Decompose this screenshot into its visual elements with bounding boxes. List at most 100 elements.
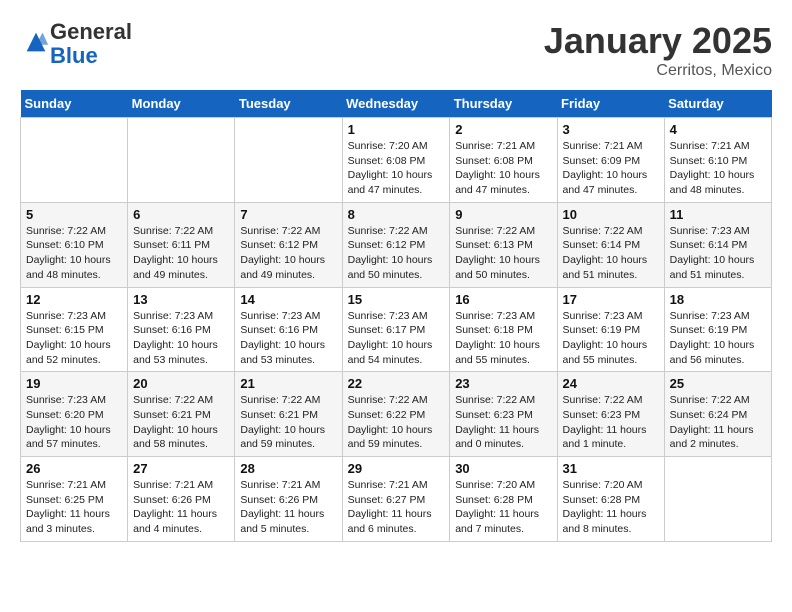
day-number: 25 bbox=[670, 376, 766, 391]
weekday-header: Friday bbox=[557, 90, 664, 118]
day-info: Sunrise: 7:23 AM Sunset: 6:17 PM Dayligh… bbox=[348, 309, 445, 368]
day-number: 24 bbox=[563, 376, 659, 391]
day-number: 14 bbox=[240, 292, 336, 307]
calendar-week-row: 12Sunrise: 7:23 AM Sunset: 6:15 PM Dayli… bbox=[21, 287, 772, 372]
calendar-table: SundayMondayTuesdayWednesdayThursdayFrid… bbox=[20, 90, 772, 542]
day-number: 8 bbox=[348, 207, 445, 222]
day-number: 1 bbox=[348, 122, 445, 137]
weekday-header: Monday bbox=[128, 90, 235, 118]
day-info: Sunrise: 7:21 AM Sunset: 6:25 PM Dayligh… bbox=[26, 478, 122, 537]
weekday-header: Saturday bbox=[664, 90, 771, 118]
weekday-header: Thursday bbox=[450, 90, 557, 118]
calendar-cell: 11Sunrise: 7:23 AM Sunset: 6:14 PM Dayli… bbox=[664, 202, 771, 287]
day-number: 13 bbox=[133, 292, 229, 307]
calendar-cell bbox=[664, 457, 771, 542]
day-number: 6 bbox=[133, 207, 229, 222]
day-number: 5 bbox=[26, 207, 122, 222]
day-number: 15 bbox=[348, 292, 445, 307]
calendar-week-row: 5 Sunrise: 7:22 AM Sunset: 6:10 PM Daylig… bbox=[21, 202, 772, 287]
calendar-cell: 24 Sunrise: 7:22 AM Sunset: 6:23 PM Dayli… bbox=[557, 372, 664, 457]
day-info: Sunrise: 7:23 AM Sunset: 6:18 PM Dayligh… bbox=[455, 309, 551, 368]
day-number: 4 bbox=[670, 122, 766, 137]
day-info: Sunrise: 7:23 AM Sunset: 6:19 PM Dayligh… bbox=[563, 309, 659, 368]
calendar-cell: 7 Sunrise: 7:22 AM Sunset: 6:12 PM Daylig… bbox=[235, 202, 342, 287]
calendar-cell: 8 Sunrise: 7:22 AM Sunset: 6:12 PM Daylig… bbox=[342, 202, 450, 287]
calendar-cell: 5 Sunrise: 7:22 AM Sunset: 6:10 PM Daylig… bbox=[21, 202, 128, 287]
calendar-week-row: 19 Sunrise: 7:23 AM Sunset: 6:20 PM Dayli… bbox=[21, 372, 772, 457]
day-number: 18 bbox=[670, 292, 766, 307]
day-info: Sunrise: 7:22 AM Sunset: 6:22 PM Dayligh… bbox=[348, 393, 445, 452]
page-header: General Blue January 2025 Cerritos, Mexi… bbox=[20, 20, 772, 80]
calendar-cell: 14 Sunrise: 7:23 AM Sunset: 6:16 PM Dayli… bbox=[235, 287, 342, 372]
day-number: 3 bbox=[563, 122, 659, 137]
logo-general-text: General bbox=[50, 19, 132, 44]
day-info: Sunrise: 7:21 AM Sunset: 6:10 PM Dayligh… bbox=[670, 139, 766, 198]
day-info: Sunrise: 7:22 AM Sunset: 6:12 PM Dayligh… bbox=[348, 224, 445, 283]
day-info: Sunrise: 7:22 AM Sunset: 6:21 PM Dayligh… bbox=[240, 393, 336, 452]
calendar-cell: 15 Sunrise: 7:23 AM Sunset: 6:17 PM Dayli… bbox=[342, 287, 450, 372]
calendar-cell: 20Sunrise: 7:22 AM Sunset: 6:21 PM Dayli… bbox=[128, 372, 235, 457]
weekday-header-row: SundayMondayTuesdayWednesdayThursdayFrid… bbox=[21, 90, 772, 118]
day-number: 29 bbox=[348, 461, 445, 476]
logo-icon bbox=[22, 28, 50, 56]
day-number: 31 bbox=[563, 461, 659, 476]
day-number: 27 bbox=[133, 461, 229, 476]
calendar-cell: 28Sunrise: 7:21 AM Sunset: 6:26 PM Dayli… bbox=[235, 457, 342, 542]
day-number: 20 bbox=[133, 376, 229, 391]
calendar-cell: 22 Sunrise: 7:22 AM Sunset: 6:22 PM Dayli… bbox=[342, 372, 450, 457]
calendar-cell: 25 Sunrise: 7:22 AM Sunset: 6:24 PM Dayli… bbox=[664, 372, 771, 457]
day-number: 22 bbox=[348, 376, 445, 391]
day-info: Sunrise: 7:23 AM Sunset: 6:16 PM Dayligh… bbox=[240, 309, 336, 368]
day-info: Sunrise: 7:20 AM Sunset: 6:28 PM Dayligh… bbox=[455, 478, 551, 537]
day-number: 10 bbox=[563, 207, 659, 222]
day-info: Sunrise: 7:22 AM Sunset: 6:11 PM Dayligh… bbox=[133, 224, 229, 283]
calendar-week-row: 26Sunrise: 7:21 AM Sunset: 6:25 PM Dayli… bbox=[21, 457, 772, 542]
calendar-cell: 23 Sunrise: 7:22 AM Sunset: 6:23 PM Dayli… bbox=[450, 372, 557, 457]
calendar-cell: 12Sunrise: 7:23 AM Sunset: 6:15 PM Dayli… bbox=[21, 287, 128, 372]
day-info: Sunrise: 7:21 AM Sunset: 6:27 PM Dayligh… bbox=[348, 478, 445, 537]
calendar-cell bbox=[128, 118, 235, 203]
calendar-cell: 6 Sunrise: 7:22 AM Sunset: 6:11 PM Daylig… bbox=[128, 202, 235, 287]
day-number: 30 bbox=[455, 461, 551, 476]
day-number: 21 bbox=[240, 376, 336, 391]
calendar-cell: 31 Sunrise: 7:20 AM Sunset: 6:28 PM Dayli… bbox=[557, 457, 664, 542]
month-title: January 2025 bbox=[544, 20, 772, 62]
day-info: Sunrise: 7:23 AM Sunset: 6:16 PM Dayligh… bbox=[133, 309, 229, 368]
day-number: 7 bbox=[240, 207, 336, 222]
calendar-cell: 16 Sunrise: 7:23 AM Sunset: 6:18 PM Dayli… bbox=[450, 287, 557, 372]
day-info: Sunrise: 7:22 AM Sunset: 6:24 PM Dayligh… bbox=[670, 393, 766, 452]
day-number: 12 bbox=[26, 292, 122, 307]
calendar-cell: 13 Sunrise: 7:23 AM Sunset: 6:16 PM Dayli… bbox=[128, 287, 235, 372]
calendar-cell: 18 Sunrise: 7:23 AM Sunset: 6:19 PM Dayli… bbox=[664, 287, 771, 372]
calendar-cell: 29 Sunrise: 7:21 AM Sunset: 6:27 PM Dayli… bbox=[342, 457, 450, 542]
day-number: 23 bbox=[455, 376, 551, 391]
day-info: Sunrise: 7:22 AM Sunset: 6:14 PM Dayligh… bbox=[563, 224, 659, 283]
logo: General Blue bbox=[20, 20, 132, 68]
day-number: 19 bbox=[26, 376, 122, 391]
calendar-cell: 21 Sunrise: 7:22 AM Sunset: 6:21 PM Dayli… bbox=[235, 372, 342, 457]
day-number: 11 bbox=[670, 207, 766, 222]
calendar-cell: 30 Sunrise: 7:20 AM Sunset: 6:28 PM Dayli… bbox=[450, 457, 557, 542]
weekday-header: Sunday bbox=[21, 90, 128, 118]
day-info: Sunrise: 7:22 AM Sunset: 6:23 PM Dayligh… bbox=[563, 393, 659, 452]
calendar-cell: 4 Sunrise: 7:21 AM Sunset: 6:10 PM Daylig… bbox=[664, 118, 771, 203]
day-info: Sunrise: 7:23 AM Sunset: 6:20 PM Dayligh… bbox=[26, 393, 122, 452]
day-info: Sunrise: 7:22 AM Sunset: 6:23 PM Dayligh… bbox=[455, 393, 551, 452]
weekday-header: Tuesday bbox=[235, 90, 342, 118]
day-number: 9 bbox=[455, 207, 551, 222]
day-info: Sunrise: 7:23 AM Sunset: 6:19 PM Dayligh… bbox=[670, 309, 766, 368]
day-number: 16 bbox=[455, 292, 551, 307]
day-info: Sunrise: 7:20 AM Sunset: 6:28 PM Dayligh… bbox=[563, 478, 659, 537]
calendar-cell bbox=[235, 118, 342, 203]
calendar-week-row: 1Sunrise: 7:20 AM Sunset: 6:08 PM Daylig… bbox=[21, 118, 772, 203]
day-info: Sunrise: 7:22 AM Sunset: 6:10 PM Dayligh… bbox=[26, 224, 122, 283]
logo-blue-text: Blue bbox=[50, 43, 98, 68]
day-number: 28 bbox=[240, 461, 336, 476]
calendar-cell: 27Sunrise: 7:21 AM Sunset: 6:26 PM Dayli… bbox=[128, 457, 235, 542]
day-number: 2 bbox=[455, 122, 551, 137]
title-block: January 2025 Cerritos, Mexico bbox=[544, 20, 772, 80]
calendar-cell: 17Sunrise: 7:23 AM Sunset: 6:19 PM Dayli… bbox=[557, 287, 664, 372]
calendar-cell: 19 Sunrise: 7:23 AM Sunset: 6:20 PM Dayli… bbox=[21, 372, 128, 457]
day-info: Sunrise: 7:22 AM Sunset: 6:12 PM Dayligh… bbox=[240, 224, 336, 283]
calendar-cell: 9Sunrise: 7:22 AM Sunset: 6:13 PM Daylig… bbox=[450, 202, 557, 287]
